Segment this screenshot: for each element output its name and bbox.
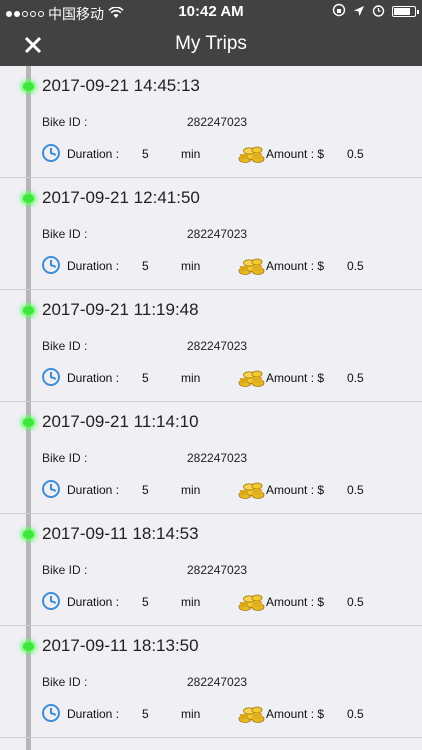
amount-value: 0.5 <box>347 595 364 609</box>
duration-label: Duration : <box>67 707 120 721</box>
amount-label: Amount : $ <box>266 147 325 161</box>
clock-icon <box>42 592 60 610</box>
duration-unit: min <box>181 147 201 161</box>
bike-id-value: 282247023 <box>187 451 248 465</box>
coins-icon <box>238 482 265 499</box>
trip-item[interactable]: 2017-09-11 18:13:50 Bike ID : 282247023 … <box>0 626 422 738</box>
coins-icon <box>238 146 265 163</box>
duration-label: Duration : <box>67 595 120 609</box>
trip-item[interactable]: 2017-09-21 11:14:10 Bike ID : 282247023 … <box>0 402 422 514</box>
bike-id-label: Bike ID : <box>42 451 88 465</box>
trip-datetime: 2017-09-21 14:45:13 <box>42 76 200 95</box>
bike-id-value: 282247023 <box>187 115 248 129</box>
duration-label: Duration : <box>67 483 120 497</box>
duration-unit: min <box>181 707 201 721</box>
status-right <box>332 3 419 20</box>
amount-value: 0.5 <box>347 259 364 273</box>
duration-unit: min <box>181 483 201 497</box>
clock-icon <box>42 256 60 274</box>
duration-value: 5 <box>142 483 149 497</box>
coins-icon <box>238 370 265 387</box>
trip-datetime: 2017-09-11 18:13:50 <box>42 636 199 655</box>
duration-value: 5 <box>142 259 149 273</box>
amount-value: 0.5 <box>347 483 364 497</box>
coins-icon <box>238 706 265 723</box>
amount-label: Amount : $ <box>266 259 325 273</box>
clock-icon <box>42 480 60 498</box>
clock-icon <box>42 144 60 162</box>
orientation-lock-icon <box>332 3 346 20</box>
amount-label: Amount : $ <box>266 595 325 609</box>
duration-value: 5 <box>142 147 149 161</box>
location-icon <box>353 4 365 20</box>
trip-list: 2017-09-21 14:45:13 Bike ID : 282247023 … <box>0 66 422 738</box>
duration-label: Duration : <box>67 259 120 273</box>
timeline-marker-icon <box>23 642 34 651</box>
amount-label: Amount : $ <box>266 483 325 497</box>
timeline-marker-icon <box>23 530 34 539</box>
bike-id-label: Bike ID : <box>42 339 88 353</box>
amount-label: Amount : $ <box>266 707 325 721</box>
amount-value: 0.5 <box>347 371 364 385</box>
status-bar: 中国移动 10:42 AM <box>0 0 422 24</box>
duration-value: 5 <box>142 371 149 385</box>
duration-value: 5 <box>142 707 149 721</box>
nav-bar: My Trips <box>0 24 422 66</box>
trip-datetime: 2017-09-21 11:19:48 <box>42 300 199 319</box>
page-title: My Trips <box>175 33 247 54</box>
duration-unit: min <box>181 259 201 273</box>
trip-item[interactable]: 2017-09-21 12:41:50 Bike ID : 282247023 … <box>0 178 422 290</box>
timeline-marker-icon <box>23 194 34 203</box>
duration-unit: min <box>181 595 201 609</box>
clock-icon <box>42 704 60 722</box>
amount-label: Amount : $ <box>266 371 325 385</box>
timeline-marker-icon <box>23 82 34 91</box>
timeline-marker-icon <box>23 418 34 427</box>
coins-icon <box>238 594 265 611</box>
duration-label: Duration : <box>67 371 120 385</box>
duration-label: Duration : <box>67 147 120 161</box>
trip-datetime: 2017-09-21 12:41:50 <box>42 188 200 207</box>
duration-unit: min <box>181 371 201 385</box>
timeline-marker-icon <box>23 306 34 315</box>
trip-datetime: 2017-09-11 18:14:53 <box>42 524 199 543</box>
bike-id-value: 282247023 <box>187 227 248 241</box>
bike-id-value: 282247023 <box>187 675 248 689</box>
bike-id-label: Bike ID : <box>42 115 88 129</box>
duration-value: 5 <box>142 595 149 609</box>
trip-datetime: 2017-09-21 11:14:10 <box>42 412 199 431</box>
trip-item[interactable]: 2017-09-21 11:19:48 Bike ID : 282247023 … <box>0 290 422 402</box>
amount-value: 0.5 <box>347 147 364 161</box>
bike-id-value: 282247023 <box>187 563 248 577</box>
battery-icon <box>392 6 419 17</box>
bike-id-label: Bike ID : <box>42 675 88 689</box>
trip-item[interactable]: 2017-09-21 14:45:13 Bike ID : 282247023 … <box>0 66 422 178</box>
alarm-icon <box>372 4 385 20</box>
trip-item[interactable]: 2017-09-11 18:14:53 Bike ID : 282247023 … <box>0 514 422 626</box>
amount-value: 0.5 <box>347 707 364 721</box>
bike-id-label: Bike ID : <box>42 563 88 577</box>
bike-id-label: Bike ID : <box>42 227 88 241</box>
coins-icon <box>238 258 265 275</box>
bike-id-value: 282247023 <box>187 339 248 353</box>
clock-icon <box>42 368 60 386</box>
